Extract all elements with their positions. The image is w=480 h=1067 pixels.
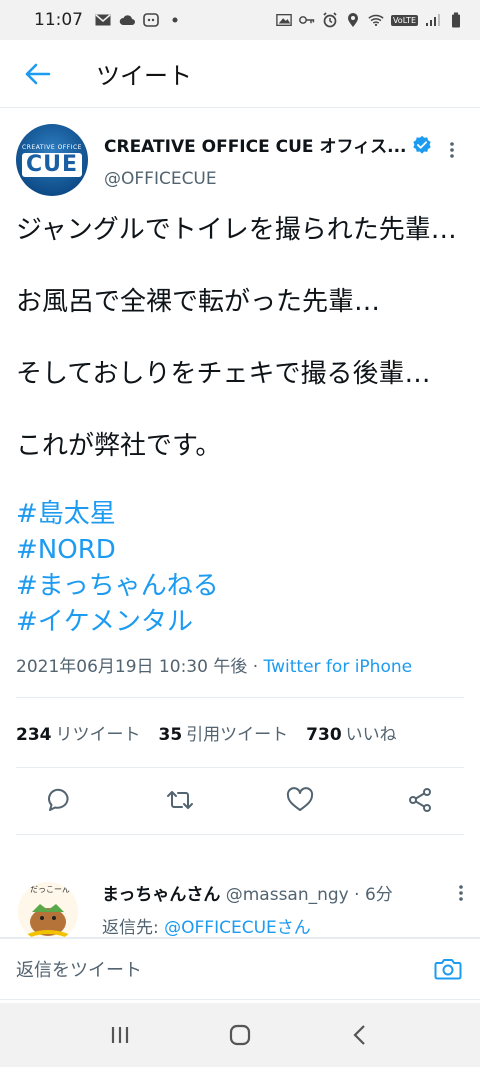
tweet-actions <box>16 768 464 835</box>
tweet-text-line: ジャングルでトイレを撮られた先輩… <box>16 215 457 245</box>
screenshot-icon <box>276 13 292 27</box>
status-bar: 11:07 VoLTE <box>0 0 480 40</box>
retweets-stat[interactable]: 234 リツイート <box>16 720 141 745</box>
author-info: CREATIVE OFFICE CUE オフィス... @OFFICECUE <box>104 132 440 189</box>
tweet-source-link[interactable]: Twitter for iPhone <box>264 657 413 677</box>
tweet-author-row: CREATIVE OFFICE CUE CREATIVE OFFICE CUE … <box>16 108 464 204</box>
retweet-button[interactable] <box>164 784 196 816</box>
reply-to-line: 返信先: @OFFICECUEさん <box>102 913 393 938</box>
tweet-text-line: これが弊社です。 <box>16 431 222 461</box>
retweets-label: リツイート <box>55 725 141 745</box>
heart-icon <box>286 787 314 811</box>
avatar-logo-small-text: CREATIVE OFFICE <box>22 143 82 151</box>
quotes-count: 35 <box>158 725 183 745</box>
reply-avatar-caption: だっこーん <box>30 885 70 894</box>
system-nav-bar <box>0 1003 480 1067</box>
dot-icon <box>167 13 183 27</box>
home-icon <box>229 1024 251 1046</box>
likes-count: 730 <box>306 725 342 745</box>
likes-label: いいね <box>345 725 397 745</box>
cloud-icon <box>119 13 135 27</box>
arrow-left-icon <box>25 63 51 84</box>
status-time: 11:07 <box>34 10 83 30</box>
camera-icon <box>434 959 462 980</box>
camera-button[interactable] <box>432 953 464 985</box>
more-vertical-icon <box>450 142 454 158</box>
reply-author-handle[interactable]: @massan_ngy · 6分 <box>226 885 393 905</box>
reply-to-label: 返信先: <box>102 918 165 938</box>
wifi-icon <box>368 13 384 27</box>
signal-icon <box>425 13 441 27</box>
chevron-left-icon <box>353 1025 365 1045</box>
recent-apps-icon <box>111 1027 129 1043</box>
tweet-text-line: そしておしりをチェキで撮る後輩… <box>16 359 431 389</box>
reply-icon <box>48 788 69 811</box>
quotes-label: 引用ツイート <box>186 725 289 745</box>
reply-more-button[interactable] <box>458 884 464 906</box>
likes-stat[interactable]: 730 いいね <box>306 720 397 745</box>
reply-body: まっちゃんさん @massan_ngy · 6分 返信先: @OFFICECUE… <box>102 880 393 938</box>
reply-to-mention[interactable]: @OFFICECUEさん <box>164 918 311 937</box>
tweet-text: ジャングルでトイレを撮られた先輩… お風呂で全裸で転がった先輩… そしておしりを… <box>16 212 464 464</box>
retweets-count: 234 <box>16 725 52 745</box>
author-name[interactable]: CREATIVE OFFICE CUE オフィス... <box>104 132 406 157</box>
verified-badge-icon <box>413 135 432 154</box>
more-options-button[interactable] <box>440 138 464 162</box>
app-header: ツイート <box>0 40 480 108</box>
back-button[interactable] <box>16 52 60 96</box>
reply-avatar[interactable]: だっこーん <box>18 882 78 937</box>
status-notification-icons <box>95 13 183 27</box>
more-vertical-icon <box>459 885 463 901</box>
location-icon <box>345 13 361 27</box>
key-icon <box>299 13 315 27</box>
author-handle[interactable]: @OFFICECUE <box>104 169 440 189</box>
share-button[interactable] <box>404 784 436 816</box>
author-avatar[interactable]: CREATIVE OFFICE CUE <box>16 124 88 196</box>
share-icon <box>409 788 431 812</box>
avatar-logo-text: CUE <box>21 152 83 177</box>
meta-separator: · <box>247 657 264 677</box>
reply-author-name[interactable]: まっちゃんさん <box>102 885 220 905</box>
reply-compose-input[interactable]: 返信をツイート <box>16 956 432 982</box>
tweet-text-line: お風呂で全裸で転がった先輩… <box>16 287 381 317</box>
tweet-timestamp: 2021年06月19日 10:30 午後 <box>16 657 248 677</box>
app-notification-icon <box>143 13 159 27</box>
retweet-icon <box>167 791 193 809</box>
battery-icon <box>448 12 464 28</box>
tweet-hashtags: #島太星 #NORD #まっちゃんねる #イケメンタル <box>16 496 464 640</box>
reply-button[interactable] <box>44 784 76 816</box>
mail-icon <box>95 13 111 27</box>
status-system-icons: VoLTE <box>276 12 464 28</box>
tweet-meta: 2021年06月19日 10:30 午後 · Twitter for iPhon… <box>16 652 464 698</box>
author-name-row: CREATIVE OFFICE CUE オフィス... <box>104 132 440 157</box>
system-back-button[interactable] <box>338 1013 382 1057</box>
like-button[interactable] <box>284 784 316 816</box>
tweet-detail: CREATIVE OFFICE CUE CREATIVE OFFICE CUE … <box>0 108 480 835</box>
reply-compose-bar: 返信をツイート <box>0 938 480 1000</box>
quotes-stat[interactable]: 35 引用ツイート <box>159 720 289 745</box>
hashtag-link[interactable]: #まっちゃんねる <box>16 568 464 604</box>
volte-label: VoLTE <box>390 14 418 26</box>
recent-apps-button[interactable] <box>98 1013 142 1057</box>
page-title: ツイート <box>96 62 192 90</box>
tweet-stats: 234 リツイート 35 引用ツイート 730 いいね <box>16 698 464 768</box>
alarm-icon <box>322 12 338 28</box>
hashtag-link[interactable]: #イケメンタル <box>16 604 464 640</box>
hashtag-link[interactable]: #NORD <box>16 532 464 568</box>
home-button[interactable] <box>218 1013 262 1057</box>
reply-item[interactable]: だっこーん まっちゃんさん @massan_ngy · 6分 返信先: @OFF… <box>0 868 480 938</box>
hashtag-link[interactable]: #島太星 <box>16 496 464 532</box>
